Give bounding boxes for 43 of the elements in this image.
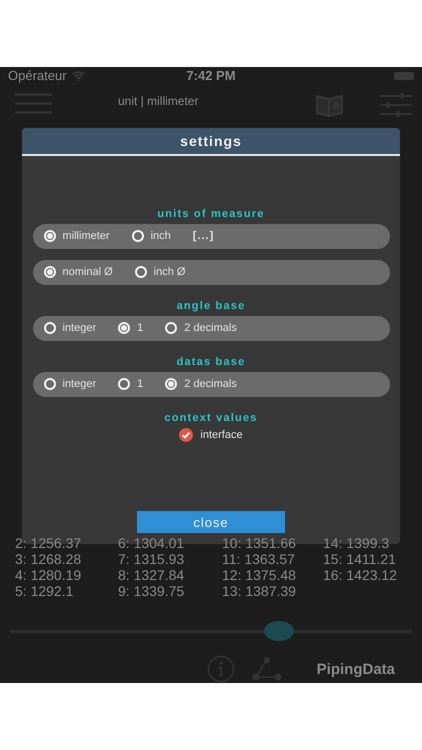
section-title: units of measure bbox=[157, 208, 265, 220]
radio-option[interactable]: 2 decimals bbox=[165, 378, 237, 390]
radio-option[interactable]: 1 bbox=[118, 378, 144, 390]
result-value: 15: 1411.21 bbox=[323, 552, 397, 568]
checkbox-option[interactable]: interface bbox=[179, 428, 243, 442]
slider-thumb[interactable] bbox=[264, 621, 294, 642]
result-value: 12: 1375.48 bbox=[222, 568, 297, 584]
time-label: 7:42 PM bbox=[186, 68, 236, 84]
battery-icon bbox=[394, 72, 414, 80]
result-value: 8: 1327.84 bbox=[118, 568, 186, 584]
result-value: 16: 1423.12 bbox=[323, 568, 398, 584]
result-value: 11: 1363.57 bbox=[222, 552, 296, 568]
result-value: 14: 1399.3 bbox=[323, 536, 390, 552]
wifi-icon bbox=[72, 70, 85, 81]
network-icon[interactable] bbox=[250, 657, 283, 682]
result-value: 4: 1280.19 bbox=[15, 568, 82, 584]
unit-label: unit | millimeter bbox=[118, 94, 200, 108]
radio-option[interactable]: 1 bbox=[118, 322, 144, 334]
result-value: 13: 1387.39 bbox=[222, 584, 297, 600]
radio-option[interactable]: inch bbox=[132, 230, 171, 242]
radio-option[interactable]: integer bbox=[44, 322, 96, 334]
result-value: 6: 1304.01 bbox=[118, 536, 186, 552]
result-value: 5: 1292.1 bbox=[15, 584, 74, 600]
carrier-label: Opérateur bbox=[8, 68, 67, 84]
result-value: 2: 1256.37 bbox=[15, 536, 82, 552]
radio-option[interactable]: 2 decimals bbox=[165, 322, 237, 334]
result-value: 10: 1351.66 bbox=[222, 536, 297, 552]
translate-icon[interactable] bbox=[314, 92, 346, 119]
result-value: 3: 1268.28 bbox=[15, 552, 82, 568]
section-title: angle base bbox=[176, 300, 246, 312]
radio-option[interactable]: millimeter bbox=[44, 230, 110, 242]
radio-option[interactable]: inch Ø bbox=[134, 266, 186, 278]
radio-option[interactable]: nominal Ø bbox=[44, 266, 113, 278]
app-name: PipingData bbox=[316, 660, 395, 678]
result-value: 7: 1315.93 bbox=[118, 552, 186, 568]
section-title: context values bbox=[164, 412, 258, 424]
dialog-title: settings bbox=[22, 128, 400, 156]
close-button[interactable]: close bbox=[137, 511, 285, 534]
info-icon[interactable] bbox=[206, 655, 235, 683]
result-value: 9: 1339.75 bbox=[118, 584, 186, 600]
more-link[interactable]: [...] bbox=[192, 230, 214, 242]
radio-option[interactable]: integer bbox=[44, 378, 96, 390]
section-title: datas base bbox=[176, 356, 246, 368]
